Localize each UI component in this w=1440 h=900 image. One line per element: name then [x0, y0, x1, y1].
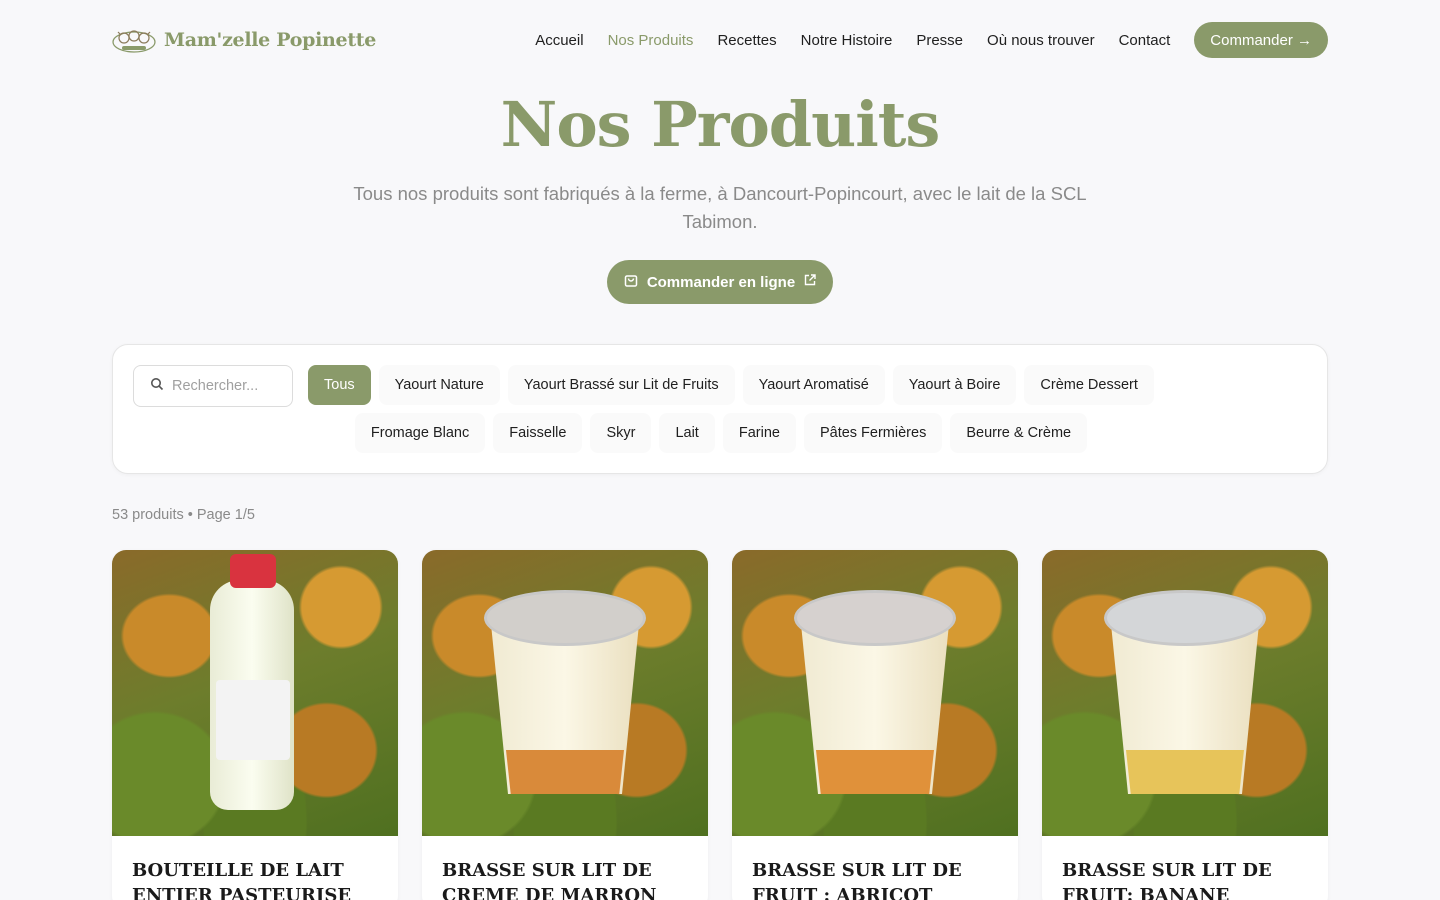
- category-chips-row-2: Fromage Blanc Faisselle Skyr Lait Farine…: [113, 413, 1329, 453]
- product-card[interactable]: BRASSE SUR LIT DE CREME DE MARRON: [422, 550, 708, 900]
- chip-pates-fermieres[interactable]: Pâtes Fermières: [803, 413, 943, 453]
- page-title: Nos Produits: [500, 88, 941, 161]
- cup-lid: [1104, 590, 1266, 646]
- category-chips-row-1: Tous Yaourt Nature Yaourt Brassé sur Lit…: [308, 365, 1154, 405]
- search-icon: [150, 377, 164, 395]
- product-card[interactable]: BOUTEILLE DE LAIT ENTIER PASTEURISE 1L: [112, 550, 398, 900]
- main-nav: Accueil Nos Produits Recettes Notre Hist…: [511, 22, 1328, 58]
- nav-contact[interactable]: Contact: [1119, 32, 1171, 49]
- cup-lid: [484, 590, 646, 646]
- yogurt-cup-chestnut-image[interactable]: [422, 550, 708, 836]
- product-title[interactable]: BRASSE SUR LIT DE FRUIT: BANANE: [1042, 836, 1328, 900]
- search-placeholder: Rechercher...: [172, 378, 259, 394]
- product-title[interactable]: BRASSE SUR LIT DE CREME DE MARRON: [422, 836, 708, 900]
- product-grid: BOUTEILLE DE LAIT ENTIER PASTEURISE 1L B…: [112, 550, 1328, 900]
- nav-accueil[interactable]: Accueil: [535, 32, 583, 49]
- chip-creme-dessert[interactable]: Crème Dessert: [1024, 365, 1154, 405]
- order-online-label: Commander en ligne: [646, 273, 796, 291]
- product-title[interactable]: BOUTEILLE DE LAIT ENTIER PASTEURISE 1L: [112, 836, 398, 900]
- chip-yaourt-aromatise[interactable]: Yaourt Aromatisé: [742, 365, 885, 405]
- yogurt-cup-apricot-image[interactable]: [732, 550, 1018, 836]
- nav-ou-nous-trouver[interactable]: Où nous trouver: [987, 32, 1095, 49]
- page-subtitle: Tous nos produits sont fabriqués à la fe…: [353, 183, 1087, 232]
- bottle-label: [216, 680, 290, 760]
- brand-name[interactable]: Mam'zelle Popinette: [164, 29, 376, 51]
- cup-lid: [794, 590, 956, 646]
- chip-lait[interactable]: Lait: [659, 413, 715, 453]
- cow-family-logo[interactable]: [112, 26, 156, 54]
- order-online-button[interactable]: Commander en ligne: [607, 260, 833, 304]
- nav-nos-produits[interactable]: Nos Produits: [608, 32, 694, 49]
- cup-fruit-layer: [506, 750, 624, 794]
- nav-presse[interactable]: Presse: [916, 32, 963, 49]
- shopping-bag-icon: [623, 272, 639, 292]
- chip-yaourt-a-boire[interactable]: Yaourt à Boire: [892, 365, 1017, 405]
- site-header: Mam'zelle Popinette Accueil Nos Produits…: [112, 22, 1328, 58]
- product-title[interactable]: BRASSE SUR LIT DE FRUIT : ABRICOT: [732, 836, 1018, 900]
- chip-yaourt-nature[interactable]: Yaourt Nature: [378, 365, 500, 405]
- filter-panel: Rechercher... Tous Yaourt Nature Yaourt …: [112, 344, 1328, 474]
- cup-fruit-layer: [816, 750, 934, 794]
- results-count: 53 produits • Page 1/5: [112, 507, 255, 523]
- chip-skyr[interactable]: Skyr: [590, 413, 652, 453]
- external-link-icon: [803, 273, 817, 291]
- cup-fruit-layer: [1126, 750, 1244, 794]
- product-card[interactable]: BRASSE SUR LIT DE FRUIT: BANANE: [1042, 550, 1328, 900]
- bottle-cap: [230, 554, 276, 588]
- yogurt-cup-banana-image[interactable]: [1042, 550, 1328, 836]
- chip-yaourt-brasse[interactable]: Yaourt Brassé sur Lit de Fruits: [507, 365, 735, 405]
- chip-farine[interactable]: Farine: [722, 413, 796, 453]
- chip-tous[interactable]: Tous: [308, 365, 371, 405]
- nav-recettes[interactable]: Recettes: [717, 32, 776, 49]
- chip-faisselle[interactable]: Faisselle: [493, 413, 583, 453]
- commander-button[interactable]: Commander →: [1194, 22, 1328, 58]
- chip-beurre-creme[interactable]: Beurre & Crème: [950, 413, 1088, 453]
- brand[interactable]: Mam'zelle Popinette: [112, 26, 376, 54]
- milk-bottle-image[interactable]: [112, 550, 398, 836]
- chip-fromage-blanc[interactable]: Fromage Blanc: [354, 413, 486, 453]
- nav-notre-histoire[interactable]: Notre Histoire: [801, 32, 893, 49]
- product-card[interactable]: BRASSE SUR LIT DE FRUIT : ABRICOT: [732, 550, 1018, 900]
- search-input[interactable]: Rechercher...: [133, 365, 293, 407]
